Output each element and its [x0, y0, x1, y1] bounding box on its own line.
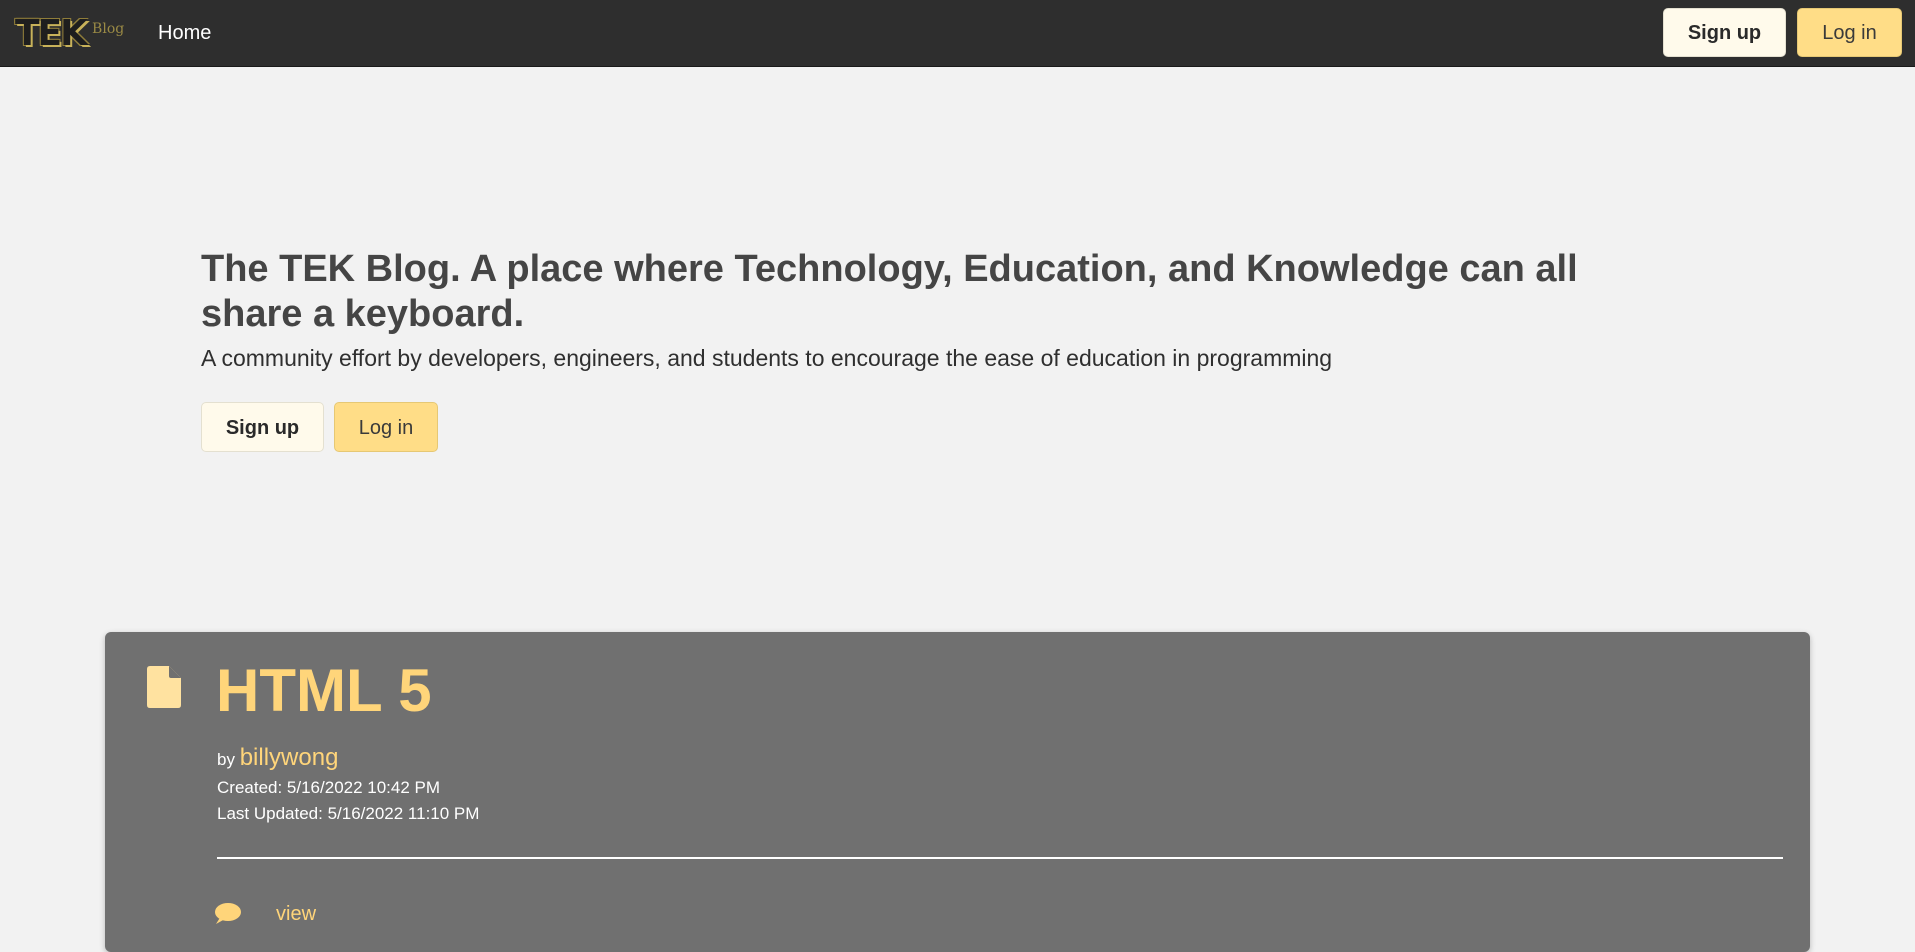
hero-title: The TEK Blog. A place where Technology, …: [201, 248, 1578, 335]
brand-logo[interactable]: TEK Blog: [15, 12, 124, 56]
comment-icon[interactable]: [213, 902, 241, 926]
post-card: HTML 5 by billywong Created: 5/16/2022 1…: [105, 632, 1810, 952]
post-title[interactable]: HTML 5: [216, 656, 432, 726]
hero-signup-button[interactable]: Sign up: [201, 402, 324, 452]
file-icon: [147, 666, 181, 708]
hero-login-button[interactable]: Log in: [334, 402, 438, 452]
by-label: by: [217, 750, 235, 769]
post-updated-date: Last Updated: 5/16/2022 11:10 PM: [217, 804, 480, 823]
view-comments-link[interactable]: view: [276, 902, 316, 926]
post-byline: by billywong: [217, 744, 338, 774]
post-created-date: Created: 5/16/2022 10:42 PM: [217, 778, 441, 797]
post-divider: [217, 857, 1783, 859]
nav-signup-button[interactable]: Sign up: [1663, 8, 1786, 57]
brand-logo-subtext: Blog: [92, 21, 125, 37]
author-link[interactable]: billywong: [240, 744, 339, 771]
nav-login-button[interactable]: Log in: [1797, 8, 1902, 57]
brand-logo-text: TEK: [15, 13, 88, 54]
navbar: TEK Blog Home Sign up Log in: [0, 0, 1915, 67]
hero-subtitle: A community effort by developers, engine…: [201, 345, 1333, 371]
nav-home-link[interactable]: Home: [158, 20, 211, 46]
